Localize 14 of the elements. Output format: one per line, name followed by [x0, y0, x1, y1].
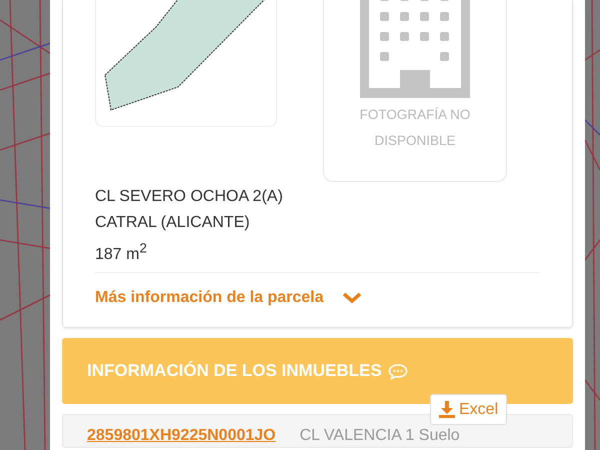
- excel-download-button[interactable]: Excel: [430, 394, 508, 425]
- address-line: CATRAL (ALICANTE): [95, 213, 251, 233]
- building-icon: [360, 0, 470, 98]
- chat-bubble-icon: [388, 362, 408, 380]
- chevron-down-icon[interactable]: [342, 292, 362, 304]
- cadastral-reference-link[interactable]: 2859801XH9225N0001JO: [87, 427, 276, 445]
- photo-unavailable-text: FOTOGRAFÍA NO DISPONIBLE: [358, 106, 472, 150]
- address-line: CL SEVERO OCHOA 2(A): [95, 187, 284, 207]
- property-row[interactable]: 2859801XH9225N0001JO CL VALENCIA 1 Suelo: [62, 414, 573, 448]
- download-icon: [439, 401, 455, 418]
- property-address: CL VALENCIA 1 Suelo: [300, 427, 460, 445]
- more-info-link[interactable]: Más información de la parcela: [95, 289, 324, 308]
- section-title: INFORMACIÓN DE LOS INMUEBLES: [87, 361, 382, 381]
- parcel-area: 187 m$^{2}$: [95, 236, 540, 268]
